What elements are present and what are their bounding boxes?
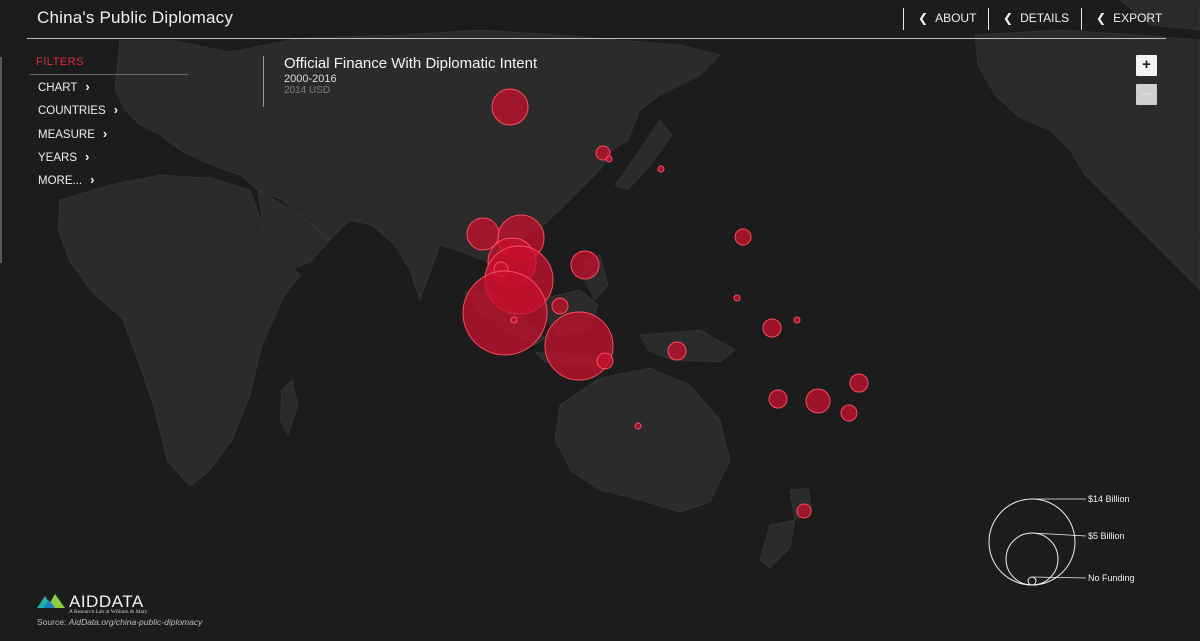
funding-bubble-20[interactable] — [793, 316, 801, 324]
filter-measure[interactable]: MEASURE › — [30, 122, 188, 145]
funding-bubble-3[interactable] — [605, 155, 613, 163]
map-title: Official Finance With Diplomatic Intent — [284, 55, 538, 72]
funding-bubble-21[interactable] — [768, 389, 788, 409]
size-legend: $14 Billion $5 Billion No Funding — [985, 492, 1145, 592]
chevron-right-icon: › — [113, 102, 119, 118]
filter-countries[interactable]: COUNTRIES › — [30, 98, 188, 121]
aiddata-logo-icon — [37, 594, 65, 608]
filter-more[interactable]: MORE... › — [30, 168, 188, 191]
chevron-right-icon: › — [90, 172, 95, 188]
source-line: Source: AidData.org/china-public-diploma… — [37, 617, 202, 627]
funding-bubble-4[interactable] — [657, 165, 665, 173]
funding-bubble-25[interactable] — [634, 422, 642, 430]
funding-bubble-11[interactable] — [551, 297, 569, 315]
nav-about-label: ABOUT — [935, 11, 977, 25]
top-bar: China's Public Diplomacy ❮ ABOUT ❮ DETAILS… — [0, 0, 1200, 40]
funding-bubble-19[interactable] — [762, 318, 782, 338]
funding-bubble-12[interactable] — [510, 316, 518, 324]
nav-export[interactable]: ❮ EXPORT — [1081, 8, 1162, 30]
source-prefix: Source: — [37, 617, 69, 627]
nav-about[interactable]: ❮ ABOUT — [903, 8, 976, 30]
funding-bubble-24[interactable] — [840, 404, 858, 422]
funding-bubble-16[interactable] — [667, 341, 687, 361]
legend-leader-zero — [1031, 576, 1087, 579]
funding-bubble-18[interactable] — [733, 294, 741, 302]
nav-details[interactable]: ❮ DETAILS — [988, 8, 1069, 30]
nav-details-label: DETAILS — [1020, 11, 1070, 25]
chevron-left-icon: ❮ — [1003, 11, 1014, 25]
chevron-right-icon: › — [102, 125, 108, 141]
funding-bubble-23[interactable] — [849, 373, 869, 393]
chevron-right-icon: › — [85, 79, 90, 94]
legend-circle-zero — [1027, 576, 1037, 586]
funding-bubble-26[interactable] — [796, 503, 812, 519]
header-divider — [27, 38, 1166, 39]
zoom-out-button[interactable]: – — [1136, 84, 1157, 105]
filter-more-label: MORE... — [38, 175, 83, 188]
map-unit: 2014 USD — [284, 85, 331, 96]
filter-measure-label: MEASURE — [38, 128, 95, 141]
filter-years[interactable]: YEARS › — [30, 145, 188, 168]
legend-label-zero: No Funding — [1088, 573, 1135, 583]
funding-bubble-15[interactable] — [570, 250, 600, 280]
chevron-left-icon: ❮ — [918, 11, 929, 25]
app-title: China's Public Diplomacy — [37, 8, 234, 27]
funding-bubble-10[interactable] — [462, 270, 548, 356]
map-header: Official Finance With Diplomatic Intent … — [263, 56, 537, 107]
legend-label-5b: $5 Billion — [1088, 531, 1125, 541]
nav-export-label: EXPORT — [1113, 11, 1163, 25]
filter-chart-label: CHART — [38, 82, 78, 94]
filter-chart[interactable]: CHART › — [30, 75, 188, 98]
chevron-right-icon: › — [85, 148, 90, 164]
filters-title: FILTERS — [30, 56, 188, 75]
map-years: 2000-2016 — [284, 73, 337, 85]
logo-subtitle: A Research Lab at William & Mary — [69, 609, 148, 615]
funding-bubble-17[interactable] — [734, 228, 752, 246]
legend-circle-14b — [988, 498, 1076, 586]
chevron-left-icon: ❮ — [1096, 11, 1107, 25]
funding-bubble-14[interactable] — [596, 352, 614, 370]
funding-bubble-13[interactable] — [544, 311, 614, 381]
panel-edge — [0, 57, 2, 263]
filter-countries-label: COUNTRIES — [38, 105, 106, 118]
funding-bubble-22[interactable] — [805, 388, 831, 414]
legend-label-14b: $14 Billion — [1088, 494, 1130, 504]
filter-years-label: YEARS — [38, 151, 77, 164]
zoom-in-button[interactable]: + — [1136, 55, 1157, 76]
filters-panel: FILTERS CHART › COUNTRIES › MEASURE › YEARS… — [30, 56, 188, 191]
source-link[interactable]: AidData.org/china-public-diplomacy — [69, 617, 203, 627]
